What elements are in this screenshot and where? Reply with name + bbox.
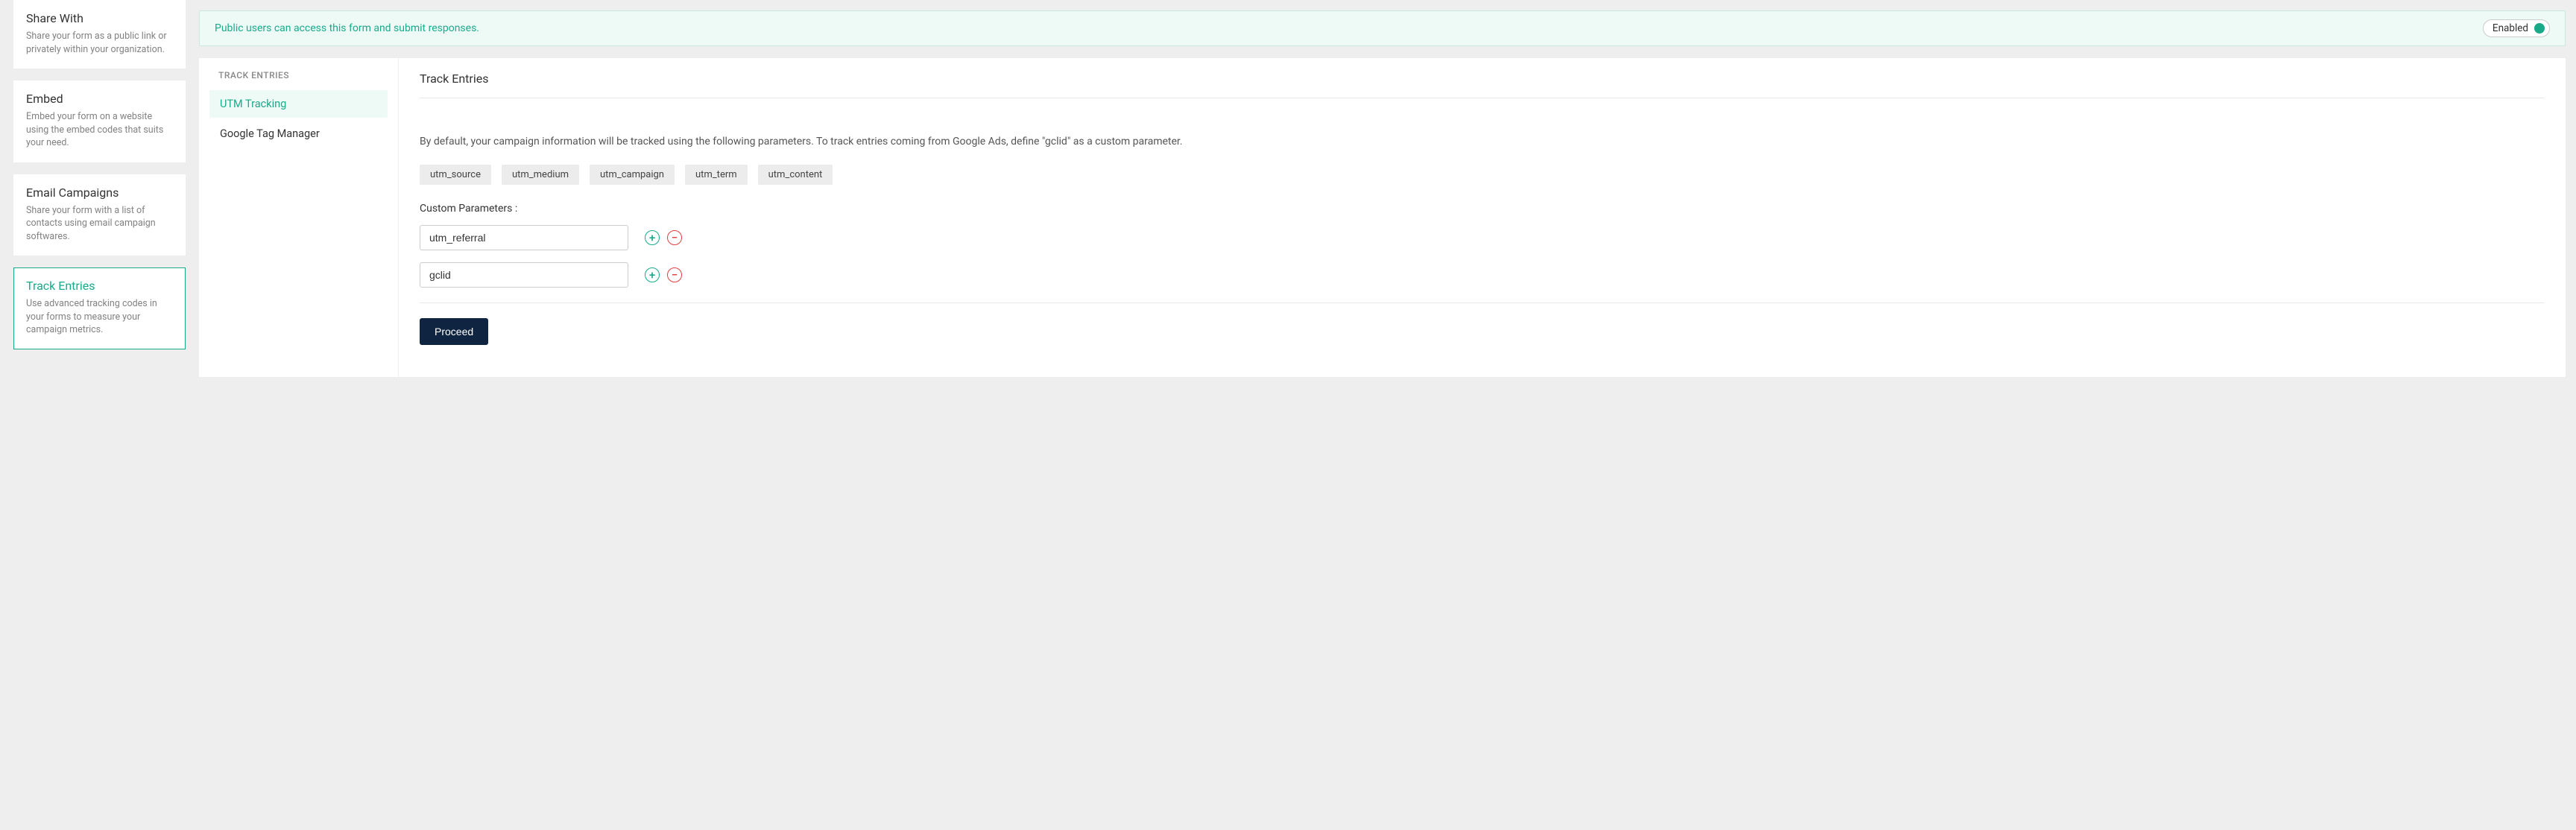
add-param-icon[interactable]: + [645, 267, 660, 282]
left-sidebar: Share With Share your form as a public l… [0, 0, 199, 377]
sidebar-card-desc: Use advanced tracking codes in your form… [26, 297, 173, 337]
toggle-dot-icon [2534, 23, 2545, 34]
custom-params-label: Custom Parameters : [420, 203, 2545, 215]
divider [420, 302, 2545, 303]
custom-param-input[interactable] [420, 262, 628, 288]
custom-param-row: + − [420, 225, 2545, 250]
sidebar-item-embed[interactable]: Embed Embed your form on a website using… [13, 80, 186, 162]
param-tag: utm_campaign [590, 165, 675, 185]
sidebar-item-track-entries[interactable]: Track Entries Use advanced tracking code… [13, 267, 186, 349]
param-tag: utm_medium [502, 165, 579, 185]
content-description: By default, your campaign information wi… [420, 134, 2545, 150]
public-access-banner: Public users can access this form and su… [199, 10, 2566, 46]
inner-sidebar-header: TRACK ENTRIES [199, 70, 398, 88]
sidebar-item-email-campaigns[interactable]: Email Campaigns Share your form with a l… [13, 174, 186, 256]
proceed-button[interactable]: Proceed [420, 318, 488, 345]
banner-text: Public users can access this form and su… [215, 22, 479, 34]
param-tag: utm_source [420, 165, 491, 185]
inner-sidebar-item-google-tag-manager[interactable]: Google Tag Manager [209, 120, 388, 148]
sidebar-card-title: Email Campaigns [26, 186, 173, 200]
sidebar-card-desc: Share your form with a list of contacts … [26, 204, 173, 244]
default-params-row: utm_source utm_medium utm_campaign utm_t… [420, 165, 2545, 185]
content-main: Track Entries By default, your campaign … [399, 58, 2566, 377]
remove-param-icon[interactable]: − [667, 230, 682, 245]
param-tag: utm_term [685, 165, 748, 185]
custom-param-input[interactable] [420, 225, 628, 250]
sidebar-card-title: Track Entries [26, 279, 173, 293]
enabled-toggle[interactable]: Enabled [2483, 19, 2550, 37]
page-title: Track Entries [420, 72, 2545, 98]
inner-sidebar: TRACK ENTRIES UTM Tracking Google Tag Ma… [199, 58, 399, 377]
inner-sidebar-item-utm-tracking[interactable]: UTM Tracking [209, 90, 388, 118]
sidebar-card-title: Share With [26, 11, 173, 25]
sidebar-card-desc: Embed your form on a website using the e… [26, 110, 173, 150]
param-tag: utm_content [758, 165, 833, 185]
add-param-icon[interactable]: + [645, 230, 660, 245]
sidebar-item-share-with[interactable]: Share With Share your form as a public l… [13, 0, 186, 69]
custom-param-row: + − [420, 262, 2545, 288]
sidebar-card-desc: Share your form as a public link or priv… [26, 30, 173, 56]
sidebar-card-title: Embed [26, 92, 173, 106]
toggle-label: Enabled [2493, 22, 2528, 34]
remove-param-icon[interactable]: − [667, 267, 682, 282]
